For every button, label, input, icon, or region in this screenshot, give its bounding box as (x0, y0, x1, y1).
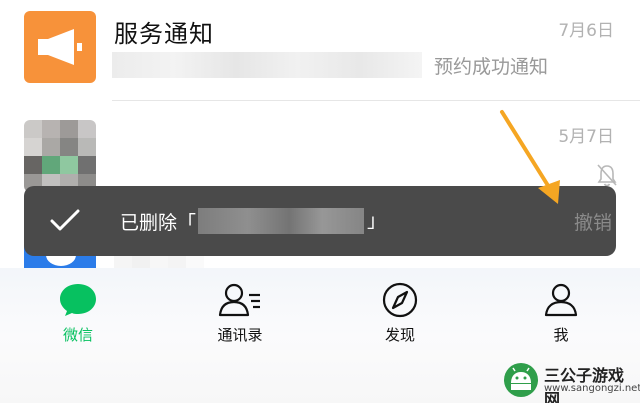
megaphone-avatar (24, 11, 96, 83)
android-logo-icon (504, 363, 538, 397)
tab-label: 我 (553, 326, 569, 344)
site-watermark: 三公子游戏网 www.sangongzi.net (496, 360, 640, 403)
tab-weixin[interactable]: 微信 (38, 282, 118, 345)
tab-contacts[interactable]: 通讯录 (200, 282, 280, 345)
chat-title: 服务通知 (114, 20, 214, 48)
tab-label: 通讯录 (217, 326, 263, 344)
tab-label: 微信 (62, 326, 93, 344)
chat-item-service-notification[interactable]: 服务通知 7月6日 预约成功通知 (0, 0, 640, 100)
tab-me[interactable]: 我 (521, 282, 601, 345)
check-icon (50, 209, 80, 231)
person-icon (544, 283, 578, 317)
tab-discover[interactable]: 发现 (360, 282, 440, 345)
chat-preview: 预约成功通知 (434, 56, 549, 78)
undo-button[interactable]: 撤销 (574, 208, 612, 235)
toast-message: 已删除「 (120, 212, 197, 234)
contacts-icon (218, 283, 260, 317)
chat-date: 7月6日 (558, 21, 614, 41)
tab-label: 发现 (384, 326, 415, 344)
pixelated-deleted-name (198, 208, 364, 234)
mute-bell-icon (597, 164, 617, 187)
compass-icon (382, 282, 418, 318)
chat-bubble-icon (60, 284, 96, 316)
pixelated-sender (112, 52, 422, 78)
megaphone-icon (38, 29, 82, 65)
watermark-url: www.sangongzi.net (544, 383, 640, 394)
annotation-arrow-icon (500, 110, 560, 204)
pixelated-avatar (24, 120, 96, 192)
toast-message-end: 」 (367, 210, 387, 232)
